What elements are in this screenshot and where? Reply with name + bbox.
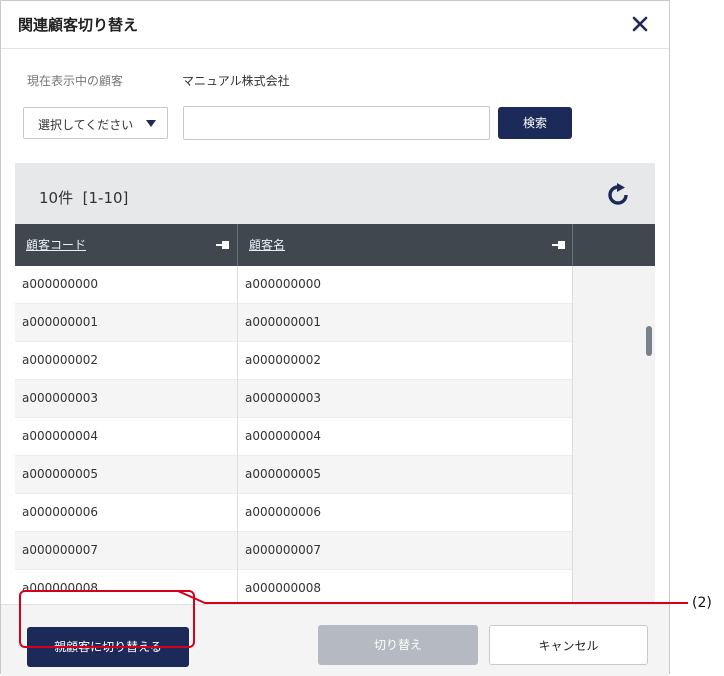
- annotation-callout-line: [177, 590, 688, 604]
- annotation-callout-label: (2): [692, 595, 712, 611]
